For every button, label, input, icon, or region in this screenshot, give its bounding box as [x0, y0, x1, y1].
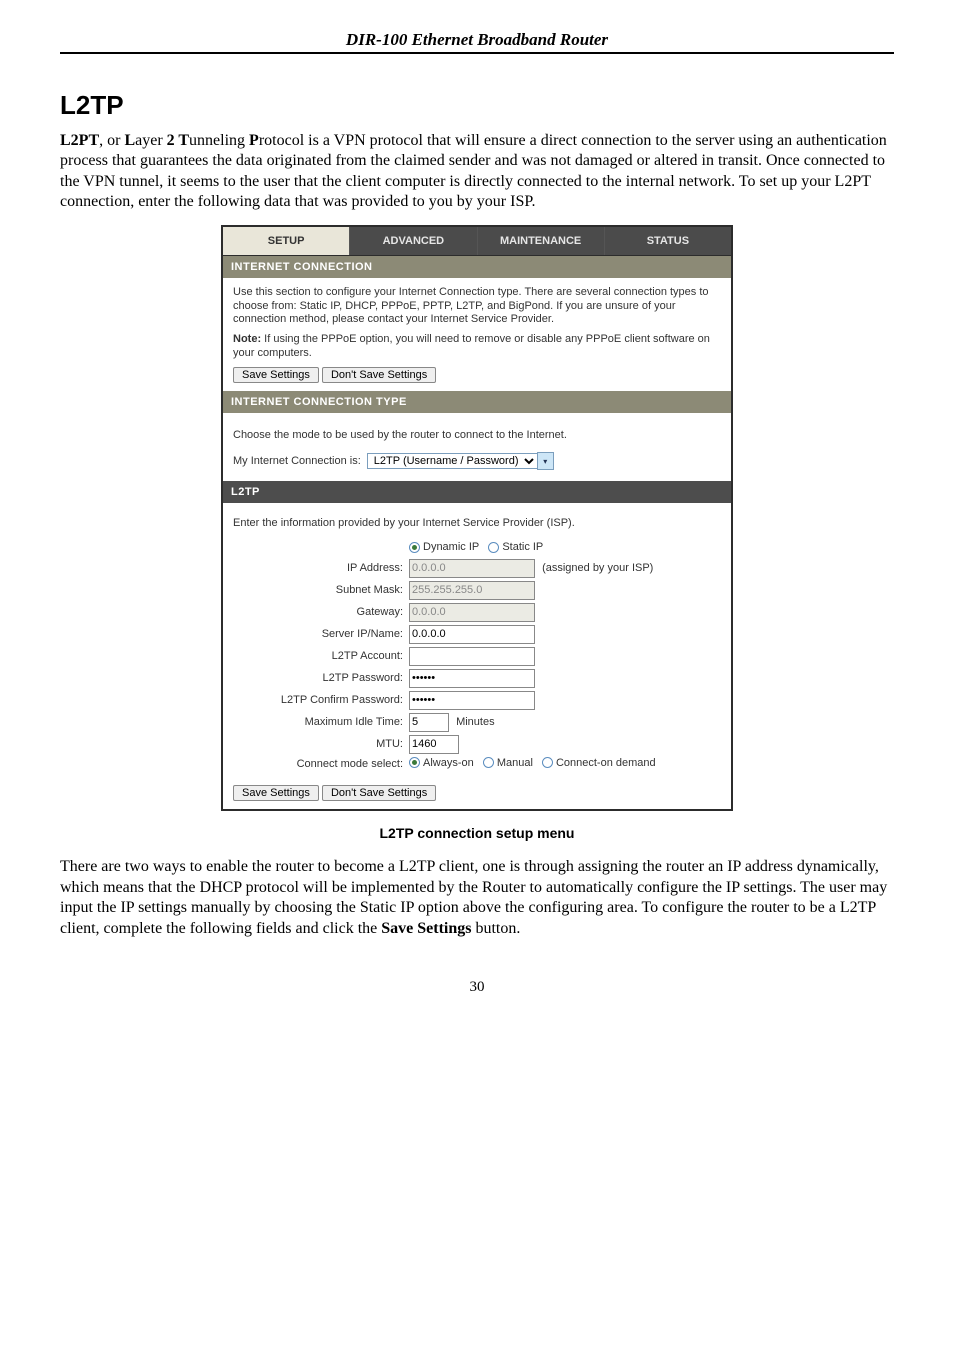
tab-setup[interactable]: SETUP [223, 227, 350, 255]
radio-static-ip[interactable]: Static IP [488, 541, 543, 553]
nav-tabs: SETUP ADVANCED MAINTENANCE STATUS [223, 227, 731, 256]
input-max-idle[interactable] [409, 713, 449, 732]
conn-desc: Use this section to configure your Inter… [233, 286, 721, 327]
unit-minutes: Minutes [456, 716, 495, 728]
tab-maintenance[interactable]: MAINTENANCE [478, 227, 605, 255]
input-mtu[interactable] [409, 735, 459, 754]
chevron-down-icon[interactable]: ▾ [537, 452, 554, 470]
label-l2tp-account: L2TP Account: [233, 650, 409, 662]
label-max-idle: Maximum Idle Time: [233, 716, 409, 728]
figure-caption: L2TP connection setup menu [60, 825, 894, 841]
label-subnet-mask: Subnet Mask: [233, 584, 409, 596]
section-connection-type: INTERNET CONNECTION TYPE [223, 391, 731, 413]
label-ip-address: IP Address: [233, 562, 409, 574]
label-l2tp-password: L2TP Password: [233, 672, 409, 684]
conn-type-label: My Internet Connection is: [233, 455, 367, 467]
input-l2tp-confirm-password[interactable] [409, 691, 535, 710]
save-settings-button-bottom[interactable]: Save Settings [233, 785, 319, 801]
conn-note: Note: If using the PPPoE option, you wil… [233, 333, 721, 361]
label-mtu: MTU: [233, 738, 409, 750]
dont-save-settings-button-bottom[interactable]: Don't Save Settings [322, 785, 436, 801]
panel-l2tp: Enter the information provided by your I… [223, 503, 731, 809]
section-l2tp: L2TP [223, 481, 731, 503]
intro-paragraph: L2PT, or Layer 2 Tunneling Protocol is a… [60, 131, 894, 213]
label-connect-mode: Connect mode select: [233, 758, 409, 770]
radio-manual[interactable]: Manual [483, 757, 533, 769]
input-subnet-mask [409, 581, 535, 600]
save-settings-button[interactable]: Save Settings [233, 367, 319, 383]
label-server-ip: Server IP/Name: [233, 628, 409, 640]
panel-connection-type: Choose the mode to be used by the router… [223, 413, 731, 482]
conn-type-select[interactable]: L2TP (Username / Password) [367, 453, 538, 469]
l2tp-desc: Enter the information provided by your I… [233, 517, 721, 531]
input-ip-address [409, 559, 535, 578]
tab-advanced[interactable]: ADVANCED [350, 227, 477, 255]
input-l2tp-password[interactable] [409, 669, 535, 688]
input-gateway [409, 603, 535, 622]
tab-status[interactable]: STATUS [605, 227, 731, 255]
input-l2tp-account[interactable] [409, 647, 535, 666]
dont-save-settings-button[interactable]: Don't Save Settings [322, 367, 436, 383]
hint-ip-address: (assigned by your ISP) [542, 562, 653, 574]
label-gateway: Gateway: [233, 606, 409, 618]
section-heading: L2TP [60, 90, 894, 121]
radio-connect-on-demand[interactable]: Connect-on demand [542, 757, 656, 769]
type-desc: Choose the mode to be used by the router… [233, 429, 721, 443]
label-l2tp-confirm-password: L2TP Confirm Password: [233, 694, 409, 706]
input-server-ip[interactable] [409, 625, 535, 644]
radio-always-on[interactable]: Always-on [409, 757, 474, 769]
section-internet-connection: INTERNET CONNECTION [223, 256, 731, 278]
page-header: DIR-100 Ethernet Broadband Router [60, 30, 894, 54]
router-config-screenshot: SETUP ADVANCED MAINTENANCE STATUS INTERN… [221, 225, 733, 811]
radio-dynamic-ip[interactable]: Dynamic IP [409, 541, 479, 553]
panel-internet-connection: Use this section to configure your Inter… [223, 278, 731, 391]
outro-paragraph: There are two ways to enable the router … [60, 857, 894, 939]
page-number: 30 [60, 979, 894, 996]
